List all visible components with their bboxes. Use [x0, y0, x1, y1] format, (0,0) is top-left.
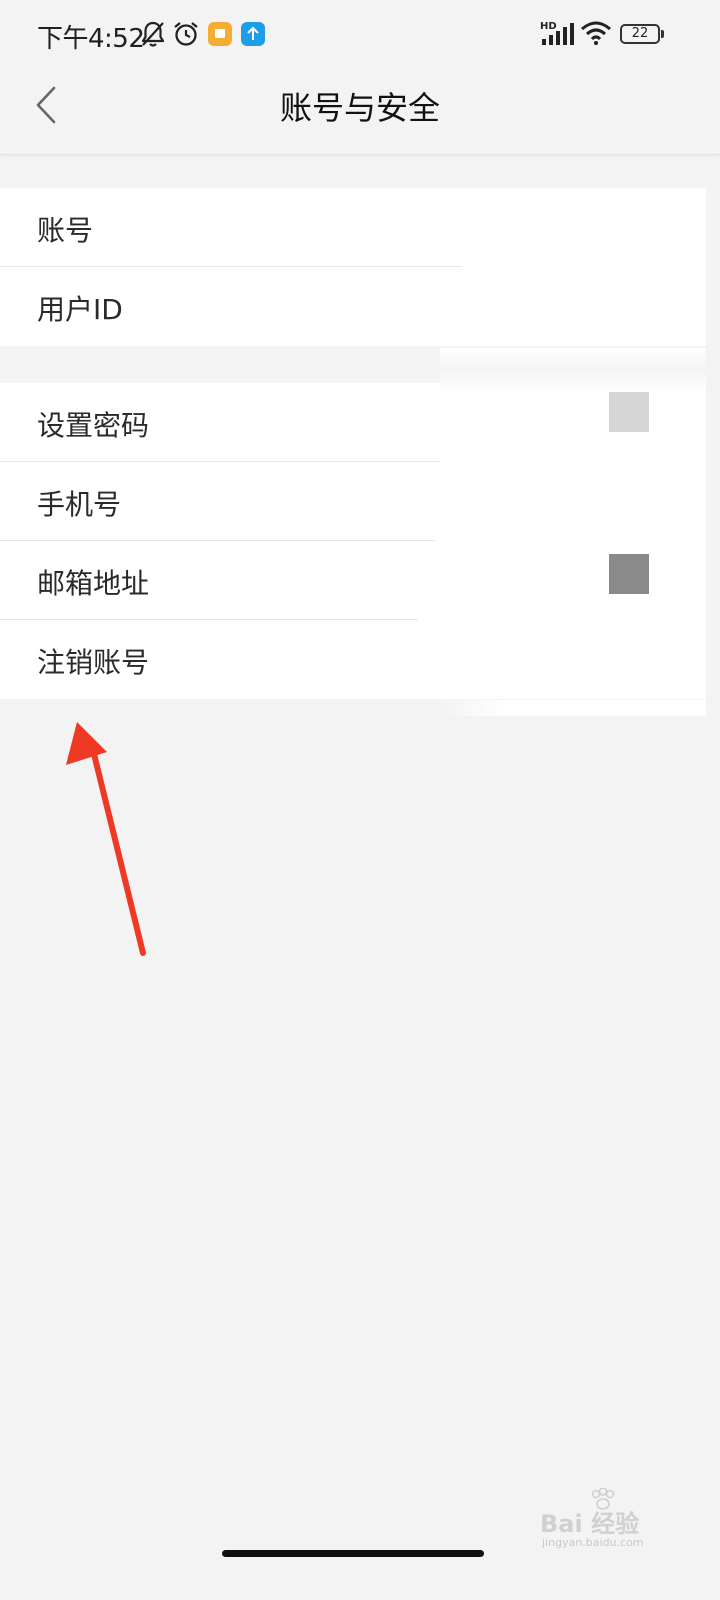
row-delete-account[interactable]: 注销账号 [0, 620, 706, 699]
watermark-line1: Bai 经验 [540, 1510, 640, 1538]
upload-app-icon [241, 22, 265, 46]
row-phone[interactable]: 手机号 [0, 462, 706, 541]
redaction-gap-patch [440, 348, 706, 392]
row-phone-label: 手机号 [37, 488, 122, 521]
battery-icon: 22 [620, 24, 660, 44]
redaction-tail-patch [440, 700, 706, 716]
page-title: 账号与安全 [279, 89, 440, 127]
signal-icon [542, 23, 574, 45]
settings-group-account: 账号 用户ID [0, 188, 706, 346]
row-set-password-label: 设置密码 [37, 409, 150, 442]
alarm-clock-icon [174, 22, 198, 46]
row-set-password[interactable]: 设置密码 [0, 383, 706, 462]
row-user-id[interactable]: 用户ID [0, 267, 706, 346]
status-time: 下午4:52 [37, 24, 145, 54]
baidu-watermark: Bai 经验 jingyan.baidu.com [540, 1488, 670, 1554]
redaction-block-light [609, 392, 649, 432]
row-account[interactable]: 账号 [0, 188, 706, 267]
row-user-id-label: 用户ID [37, 293, 123, 326]
status-bar: 下午4:52 HD 22 [0, 0, 720, 70]
bell-off-icon [141, 21, 165, 47]
wifi-icon [581, 21, 611, 45]
row-email[interactable]: 邮箱地址 [0, 541, 706, 620]
row-delete-account-label: 注销账号 [37, 646, 150, 679]
row-account-label: 账号 [37, 214, 94, 247]
row-email-label: 邮箱地址 [37, 567, 150, 600]
redaction-block-dark [609, 554, 649, 594]
battery-cap [661, 30, 664, 38]
home-indicator[interactable] [222, 1550, 484, 1557]
watermark-line2: jingyan.baidu.com [542, 1536, 644, 1549]
settings-group-security: 设置密码 手机号 邮箱地址 注销账号 [0, 383, 706, 699]
battery-level: 22 [631, 26, 649, 41]
notification-app-icon [208, 22, 232, 46]
nav-bar: 账号与安全 [0, 70, 720, 155]
